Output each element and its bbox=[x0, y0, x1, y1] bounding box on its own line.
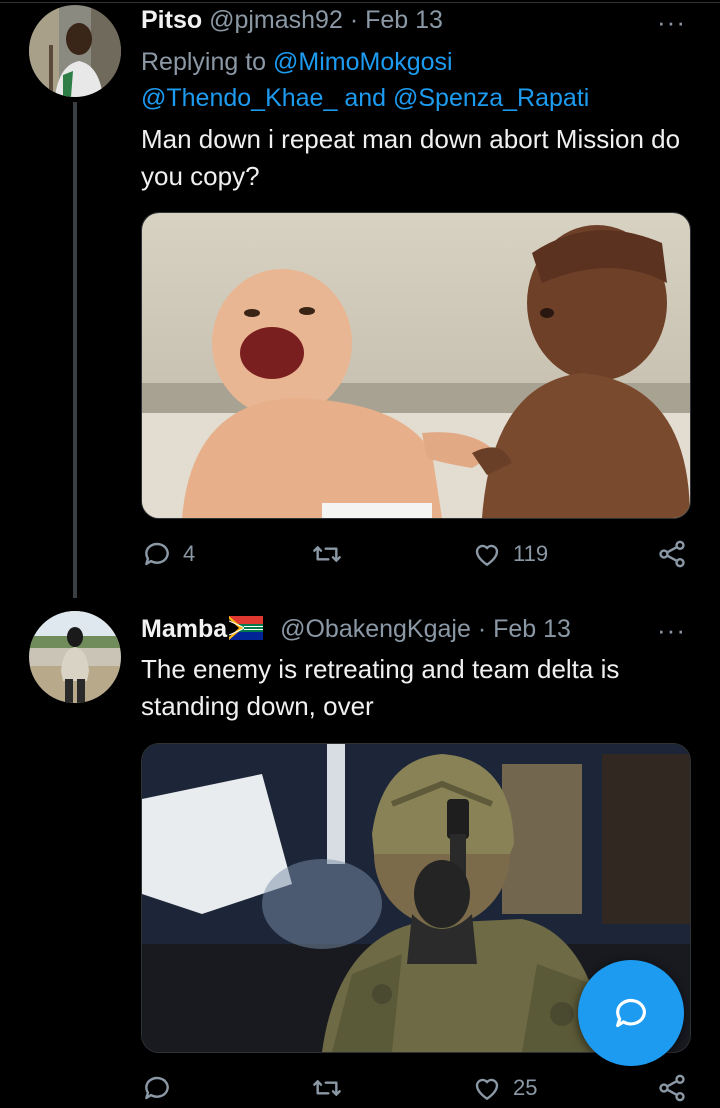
handle[interactable]: @ObakengKgaje bbox=[280, 615, 471, 643]
south-africa-flag-icon bbox=[229, 616, 264, 640]
reply-count: 4 bbox=[183, 541, 196, 566]
more-icon[interactable]: ··· bbox=[657, 617, 686, 643]
retweet-icon bbox=[313, 1080, 341, 1096]
separator: · bbox=[349, 6, 359, 34]
like-count: 25 bbox=[513, 1075, 538, 1100]
reply-button[interactable] bbox=[141, 1072, 173, 1104]
replying-and: and bbox=[337, 84, 393, 112]
share-button[interactable] bbox=[656, 1072, 688, 1104]
avatar[interactable] bbox=[29, 611, 121, 703]
thread-line bbox=[73, 102, 77, 598]
mention-link[interactable]: @Thendo_Khae_ bbox=[141, 84, 337, 112]
compose-icon bbox=[616, 998, 646, 1028]
like-button[interactable]: 25 bbox=[471, 1072, 537, 1104]
display-name[interactable]: Pitso bbox=[141, 6, 202, 34]
separator: · bbox=[477, 615, 487, 643]
replying-prefix: Replying to bbox=[141, 48, 274, 76]
tweet-text: The enemy is retreating and team delta i… bbox=[141, 654, 620, 721]
tweet-text: Man down i repeat man down abort Mission… bbox=[141, 124, 681, 191]
tweet-image[interactable] bbox=[141, 212, 691, 519]
heart-icon bbox=[475, 1078, 499, 1100]
display-name[interactable]: Mamba bbox=[141, 615, 227, 643]
retweet-icon bbox=[313, 546, 341, 562]
mention-link[interactable]: @MimoMokgosi bbox=[273, 48, 453, 76]
tweet-pitso[interactable]: Pitso @pjmash92 · Feb 13 ··· Replying to… bbox=[0, 0, 720, 600]
compose-button[interactable] bbox=[578, 960, 684, 1066]
tweet-actions: 25 bbox=[141, 1072, 696, 1108]
tweet-actions: 4 119 bbox=[141, 538, 696, 574]
reply-icon bbox=[145, 1076, 169, 1100]
tweet-date[interactable]: Feb 13 bbox=[365, 6, 443, 34]
reply-icon bbox=[145, 542, 169, 566]
share-icon bbox=[659, 1074, 685, 1102]
heart-icon bbox=[475, 544, 499, 566]
reply-button[interactable]: 4 bbox=[141, 538, 195, 570]
mention-link[interactable]: @Spenza_Rapati bbox=[393, 84, 589, 112]
more-icon[interactable]: ··· bbox=[657, 9, 686, 35]
avatar[interactable] bbox=[29, 5, 121, 97]
retweet-button[interactable] bbox=[311, 538, 343, 570]
share-button[interactable] bbox=[656, 538, 688, 570]
share-icon bbox=[659, 540, 685, 568]
replying-to: Replying to @MimoMokgosi @Thendo_Khae_ a… bbox=[141, 44, 589, 116]
like-count: 119 bbox=[513, 541, 549, 566]
tweet-date[interactable]: Feb 13 bbox=[493, 615, 571, 643]
tweet-header: Pitso @pjmash92 · Feb 13 bbox=[141, 6, 443, 35]
tweet-header: Mamba @ObakengKgaje · Feb 13 bbox=[141, 615, 571, 644]
like-button[interactable]: 119 bbox=[471, 538, 548, 570]
retweet-button[interactable] bbox=[311, 1072, 343, 1104]
handle[interactable]: @pjmash92 bbox=[209, 6, 343, 34]
